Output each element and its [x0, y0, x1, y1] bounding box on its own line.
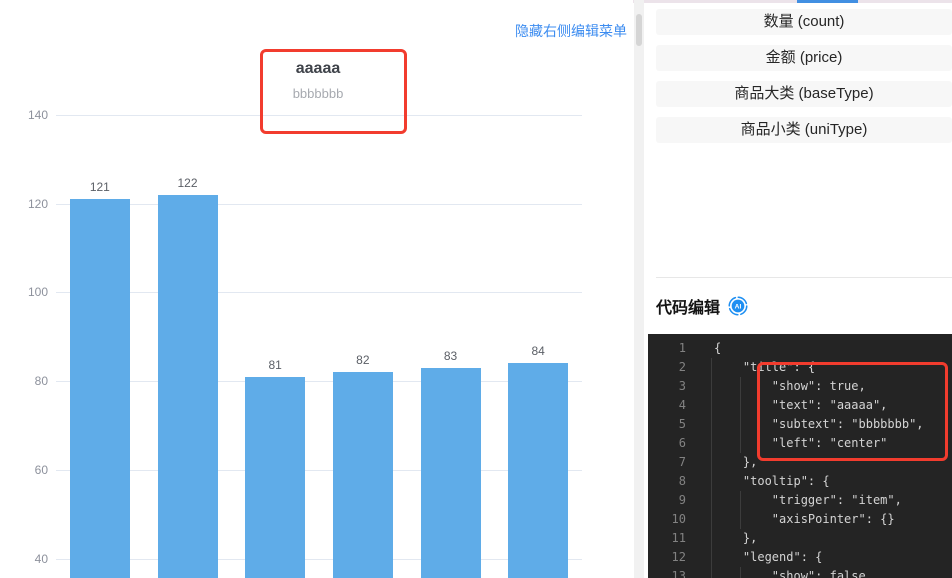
line-number: 9	[648, 491, 686, 510]
chart-bar[interactable]	[508, 363, 568, 578]
field-option[interactable]: 商品大类 (baseType)	[656, 81, 952, 107]
chart-bar[interactable]	[421, 368, 481, 578]
line-number: 3	[648, 377, 686, 396]
field-option[interactable]: 金额 (price)	[656, 45, 952, 71]
y-axis-tick: 80	[0, 374, 48, 388]
code-line-text[interactable]: {	[714, 339, 721, 358]
y-axis-tick: 40	[0, 552, 48, 566]
line-number: 8	[648, 472, 686, 491]
section-divider	[656, 277, 952, 278]
y-axis-tick: 120	[0, 197, 48, 211]
code-editor-header: 代码编辑 AI	[656, 294, 748, 318]
bar-value-label: 121	[70, 180, 130, 194]
gridline	[56, 292, 582, 293]
y-axis-tick: 100	[0, 285, 48, 299]
line-number: 7	[648, 453, 686, 472]
code-line-text[interactable]: "legend": {	[714, 548, 822, 567]
chart-title: aaaaa	[293, 60, 344, 77]
y-axis-tick: 60	[0, 463, 48, 477]
indent-guide	[740, 491, 741, 529]
line-number: 13	[648, 567, 686, 578]
code-line-text[interactable]: "tooltip": {	[714, 472, 830, 491]
code-line-text[interactable]: "trigger": "item",	[714, 491, 902, 510]
line-number: 11	[648, 529, 686, 548]
bar-value-label: 83	[421, 349, 481, 363]
code-line-text[interactable]: },	[714, 453, 757, 472]
line-number: 2	[648, 358, 686, 377]
ai-badge-icon[interactable]: AI	[728, 296, 748, 316]
chart-canvas: 隐藏右侧编辑菜单 aaaaa bbbbbbb 140 120 100 80 60 40 12…	[0, 0, 633, 578]
code-line-text[interactable]: "subtext": "bbbbbbb",	[714, 415, 924, 434]
line-number: 5	[648, 415, 686, 434]
gridline	[56, 115, 582, 116]
indent-guide	[740, 377, 741, 453]
gridline	[56, 204, 582, 205]
bar-value-label: 122	[158, 176, 218, 190]
gridline	[56, 470, 582, 471]
indent-guide	[711, 358, 712, 578]
field-option[interactable]: 数量 (count)	[656, 9, 952, 35]
line-number: 10	[648, 510, 686, 529]
code-editor[interactable]: 1{2 "title": {3 "show": true,4 "text": "…	[648, 334, 952, 578]
line-number: 6	[648, 434, 686, 453]
chart-bar[interactable]	[333, 372, 393, 578]
bar-value-label: 82	[333, 353, 393, 367]
field-option[interactable]: 商品小类 (uniType)	[656, 117, 952, 143]
y-axis-tick: 140	[0, 108, 48, 122]
code-line-text[interactable]: },	[714, 529, 757, 548]
bar-value-label: 81	[245, 358, 305, 372]
panel-divider-track	[634, 0, 644, 578]
chart-title-group: aaaaa bbbbbbb	[293, 60, 344, 101]
svg-text:AI: AI	[735, 304, 742, 311]
code-line-text[interactable]: "title": {	[714, 358, 815, 377]
code-line-text[interactable]: "show": false	[714, 567, 866, 578]
indent-guide	[740, 567, 741, 578]
chart-bar[interactable]	[158, 195, 218, 578]
bar-value-label: 84	[508, 344, 568, 358]
line-number: 4	[648, 396, 686, 415]
code-line-text[interactable]: "show": true,	[714, 377, 866, 396]
panel-scrollbar-thumb[interactable]	[636, 14, 642, 46]
line-number: 1	[648, 339, 686, 358]
hide-right-menu-link[interactable]: 隐藏右侧编辑菜单	[515, 21, 627, 41]
gridline	[56, 381, 582, 382]
code-editor-title: 代码编辑	[656, 294, 720, 318]
gridline	[56, 559, 582, 560]
code-line-text[interactable]: "axisPointer": {}	[714, 510, 895, 529]
chart-bar[interactable]	[245, 377, 305, 578]
chart-bar[interactable]	[70, 199, 130, 578]
line-number: 12	[648, 548, 686, 567]
chart-subtitle: bbbbbbb	[293, 87, 344, 101]
